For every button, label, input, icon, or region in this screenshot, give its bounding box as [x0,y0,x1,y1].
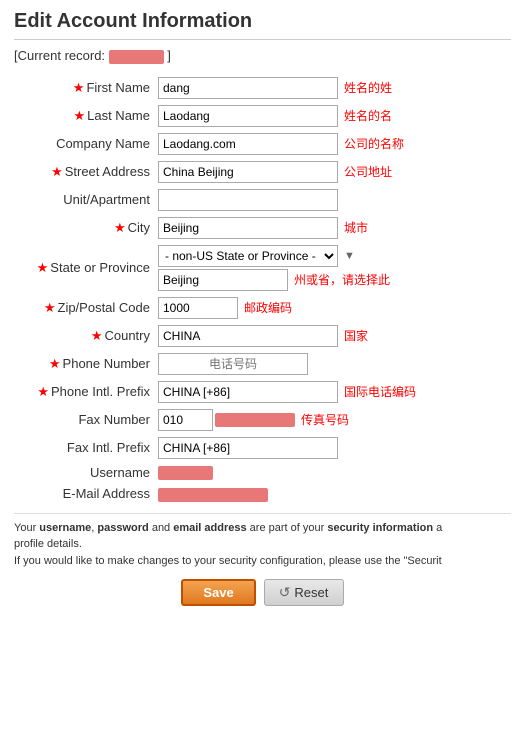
first-name-label: ★First Name [14,74,154,102]
zip-field-cell: 邮政编码 [154,294,511,322]
button-row: Save ↺ Reset [14,579,511,606]
username-label: Username [14,462,154,484]
country-input[interactable] [158,325,338,347]
zip-row: ★Zip/Postal Code 邮政编码 [14,294,511,322]
fax-intl-label: Fax Intl. Prefix [14,434,154,462]
street-address-label: ★Street Address [14,158,154,186]
country-label: ★Country [14,322,154,350]
fax-field-cell: 传真号码 [154,406,511,434]
city-input[interactable] [158,217,338,239]
unit-field-cell [154,186,511,214]
state-label: ★State or Province [14,242,154,294]
state-note: 州或省，请选择此 [294,271,390,288]
email-field-cell [154,483,511,505]
state-required: ★ [37,260,49,275]
security-note: Your username, password and email addres… [14,513,511,570]
last-name-row: ★Last Name 姓名的名 [14,102,511,130]
current-record-value [109,50,164,64]
current-record-row: [Current record: ] [14,48,511,64]
reset-icon: ↺ [279,584,291,601]
first-name-field-cell: 姓名的姓 [154,74,511,102]
last-name-note: 姓名的名 [344,107,392,124]
phone-row: ★Phone Number [14,350,511,378]
edit-form: ★First Name 姓名的姓 ★Last Name 姓名的名 [14,74,511,505]
reset-button[interactable]: ↺ Reset [264,579,344,606]
country-required: ★ [91,328,103,343]
zip-input[interactable] [158,297,238,319]
phone-intl-required: ★ [37,384,49,399]
email-label: E-Mail Address [14,483,154,505]
state-select[interactable]: - non-US State or Province - [158,245,338,267]
phone-required: ★ [49,356,61,371]
fax-intl-row: Fax Intl. Prefix [14,434,511,462]
phone-intl-field-cell: 国际电话编码 [154,378,511,406]
security-note-line2: If you would like to make changes to you… [14,553,511,570]
fax-input[interactable] [158,409,213,431]
country-row: ★Country 国家 [14,322,511,350]
phone-intl-input[interactable] [158,381,338,403]
page-title: Edit Account Information [14,10,511,40]
last-name-input[interactable] [158,105,338,127]
last-name-required: ★ [73,108,85,123]
city-field-cell: 城市 [154,214,511,242]
fax-row: Fax Number 传真号码 [14,406,511,434]
fax-label: Fax Number [14,406,154,434]
username-row: Username [14,462,511,484]
phone-field-cell [154,350,511,378]
current-record-close: ] [167,48,171,63]
unit-label: Unit/Apartment [14,186,154,214]
state-text-input[interactable] [158,269,288,291]
city-required: ★ [114,220,126,235]
phone-label: ★Phone Number [14,350,154,378]
reset-label: Reset [294,585,328,600]
company-name-input[interactable] [158,133,338,155]
street-address-row: ★Street Address 公司地址 [14,158,511,186]
phone-intl-label: ★Phone Intl. Prefix [14,378,154,406]
company-name-label: Company Name [14,130,154,158]
unit-input[interactable] [158,189,338,211]
first-name-row: ★First Name 姓名的姓 [14,74,511,102]
phone-intl-row: ★Phone Intl. Prefix 国际电话编码 [14,378,511,406]
email-redacted [158,488,268,502]
country-note: 国家 [344,327,368,344]
street-address-note: 公司地址 [344,163,392,180]
username-field-cell [154,462,511,484]
current-record-label: [Current record: [14,48,105,63]
country-field-cell: 国家 [154,322,511,350]
username-redacted [158,466,213,480]
email-row: E-Mail Address [14,483,511,505]
phone-input[interactable] [158,353,308,375]
fax-intl-field-cell [154,434,511,462]
save-button[interactable]: Save [181,579,255,606]
first-name-required: ★ [73,80,85,95]
chevron-down-icon: ▼ [344,250,355,262]
state-field-cell: - non-US State or Province - ▼ 州或省，请选择此 [154,242,511,294]
city-row: ★City 城市 [14,214,511,242]
first-name-input[interactable] [158,77,338,99]
street-address-required: ★ [51,164,63,179]
fax-redacted [215,413,295,427]
security-note-line1: Your username, password and email addres… [14,520,511,553]
company-name-row: Company Name 公司的名称 [14,130,511,158]
fax-intl-input[interactable] [158,437,338,459]
company-name-field-cell: 公司的名称 [154,130,511,158]
zip-label: ★Zip/Postal Code [14,294,154,322]
zip-note: 邮政编码 [244,299,292,316]
state-row: ★State or Province - non-US State or Pro… [14,242,511,294]
street-address-field-cell: 公司地址 [154,158,511,186]
city-note: 城市 [344,219,368,236]
zip-required: ★ [44,300,56,315]
company-name-note: 公司的名称 [344,135,404,152]
unit-row: Unit/Apartment [14,186,511,214]
street-address-input[interactable] [158,161,338,183]
city-label: ★City [14,214,154,242]
last-name-field-cell: 姓名的名 [154,102,511,130]
first-name-note: 姓名的姓 [344,79,392,96]
phone-intl-note: 国际电话编码 [344,383,416,400]
last-name-label: ★Last Name [14,102,154,130]
fax-note: 传真号码 [301,411,349,428]
